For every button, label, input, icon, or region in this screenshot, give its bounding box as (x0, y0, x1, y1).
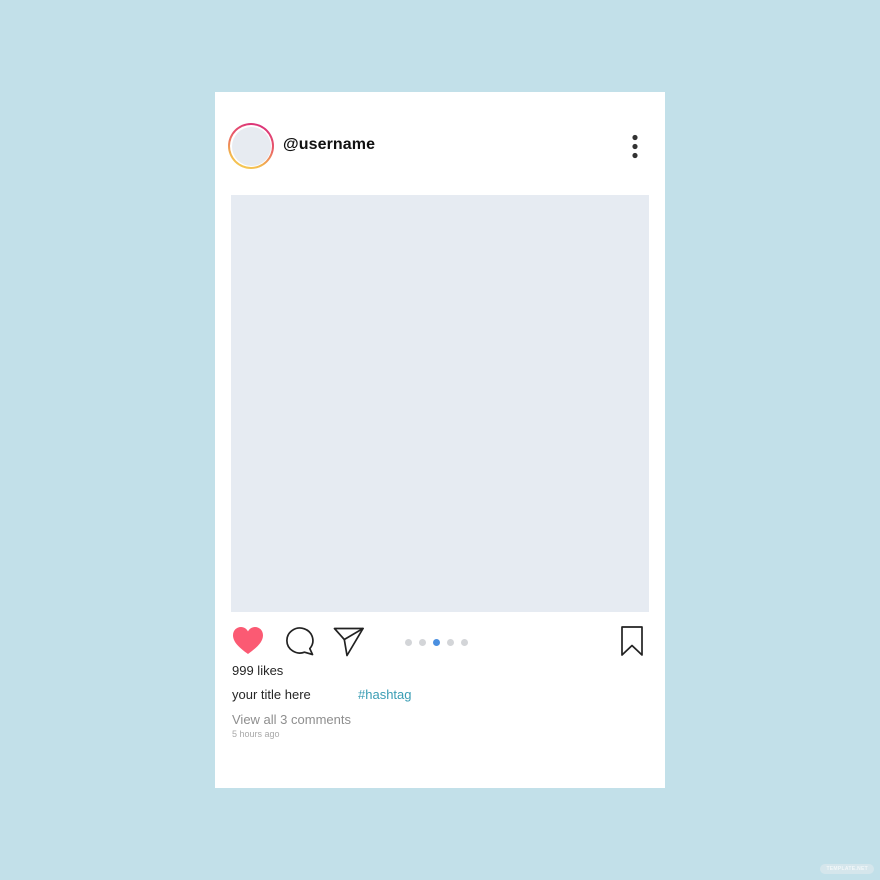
paper-plane-icon (333, 627, 364, 657)
avatar[interactable] (228, 123, 274, 169)
page-background: @username 999 likes your title here #has… (0, 0, 880, 880)
carousel-dot (419, 639, 426, 646)
bookmark-icon (621, 626, 643, 656)
heart-icon (233, 627, 263, 654)
post-timestamp: 5 hours ago (232, 729, 280, 739)
post-header: @username (215, 92, 665, 192)
view-comments-link[interactable]: View all 3 comments (232, 712, 351, 727)
carousel-dot (461, 639, 468, 646)
action-bar (215, 624, 665, 664)
more-vertical-icon (632, 134, 638, 159)
carousel-indicator (405, 639, 468, 647)
carousel-dot-active (433, 639, 440, 646)
avatar-photo (231, 126, 271, 166)
likes-count[interactable]: 999 likes (232, 663, 283, 678)
caption-title: your title here (232, 687, 311, 702)
share-button[interactable] (332, 624, 366, 658)
post-card: @username 999 likes your title here #has… (215, 92, 665, 788)
username[interactable]: @username (283, 136, 375, 154)
watermark-logo: TEMPLATE.NET (820, 864, 874, 874)
avatar-border (230, 125, 272, 167)
save-button[interactable] (618, 624, 646, 658)
post-image[interactable] (231, 195, 649, 612)
more-options-button[interactable] (625, 134, 645, 160)
comment-button[interactable] (283, 624, 317, 658)
carousel-dot (447, 639, 454, 646)
hashtag-link[interactable]: #hashtag (358, 687, 412, 702)
like-button[interactable] (231, 624, 265, 658)
carousel-dot (405, 639, 412, 646)
speech-bubble-icon (286, 627, 314, 656)
